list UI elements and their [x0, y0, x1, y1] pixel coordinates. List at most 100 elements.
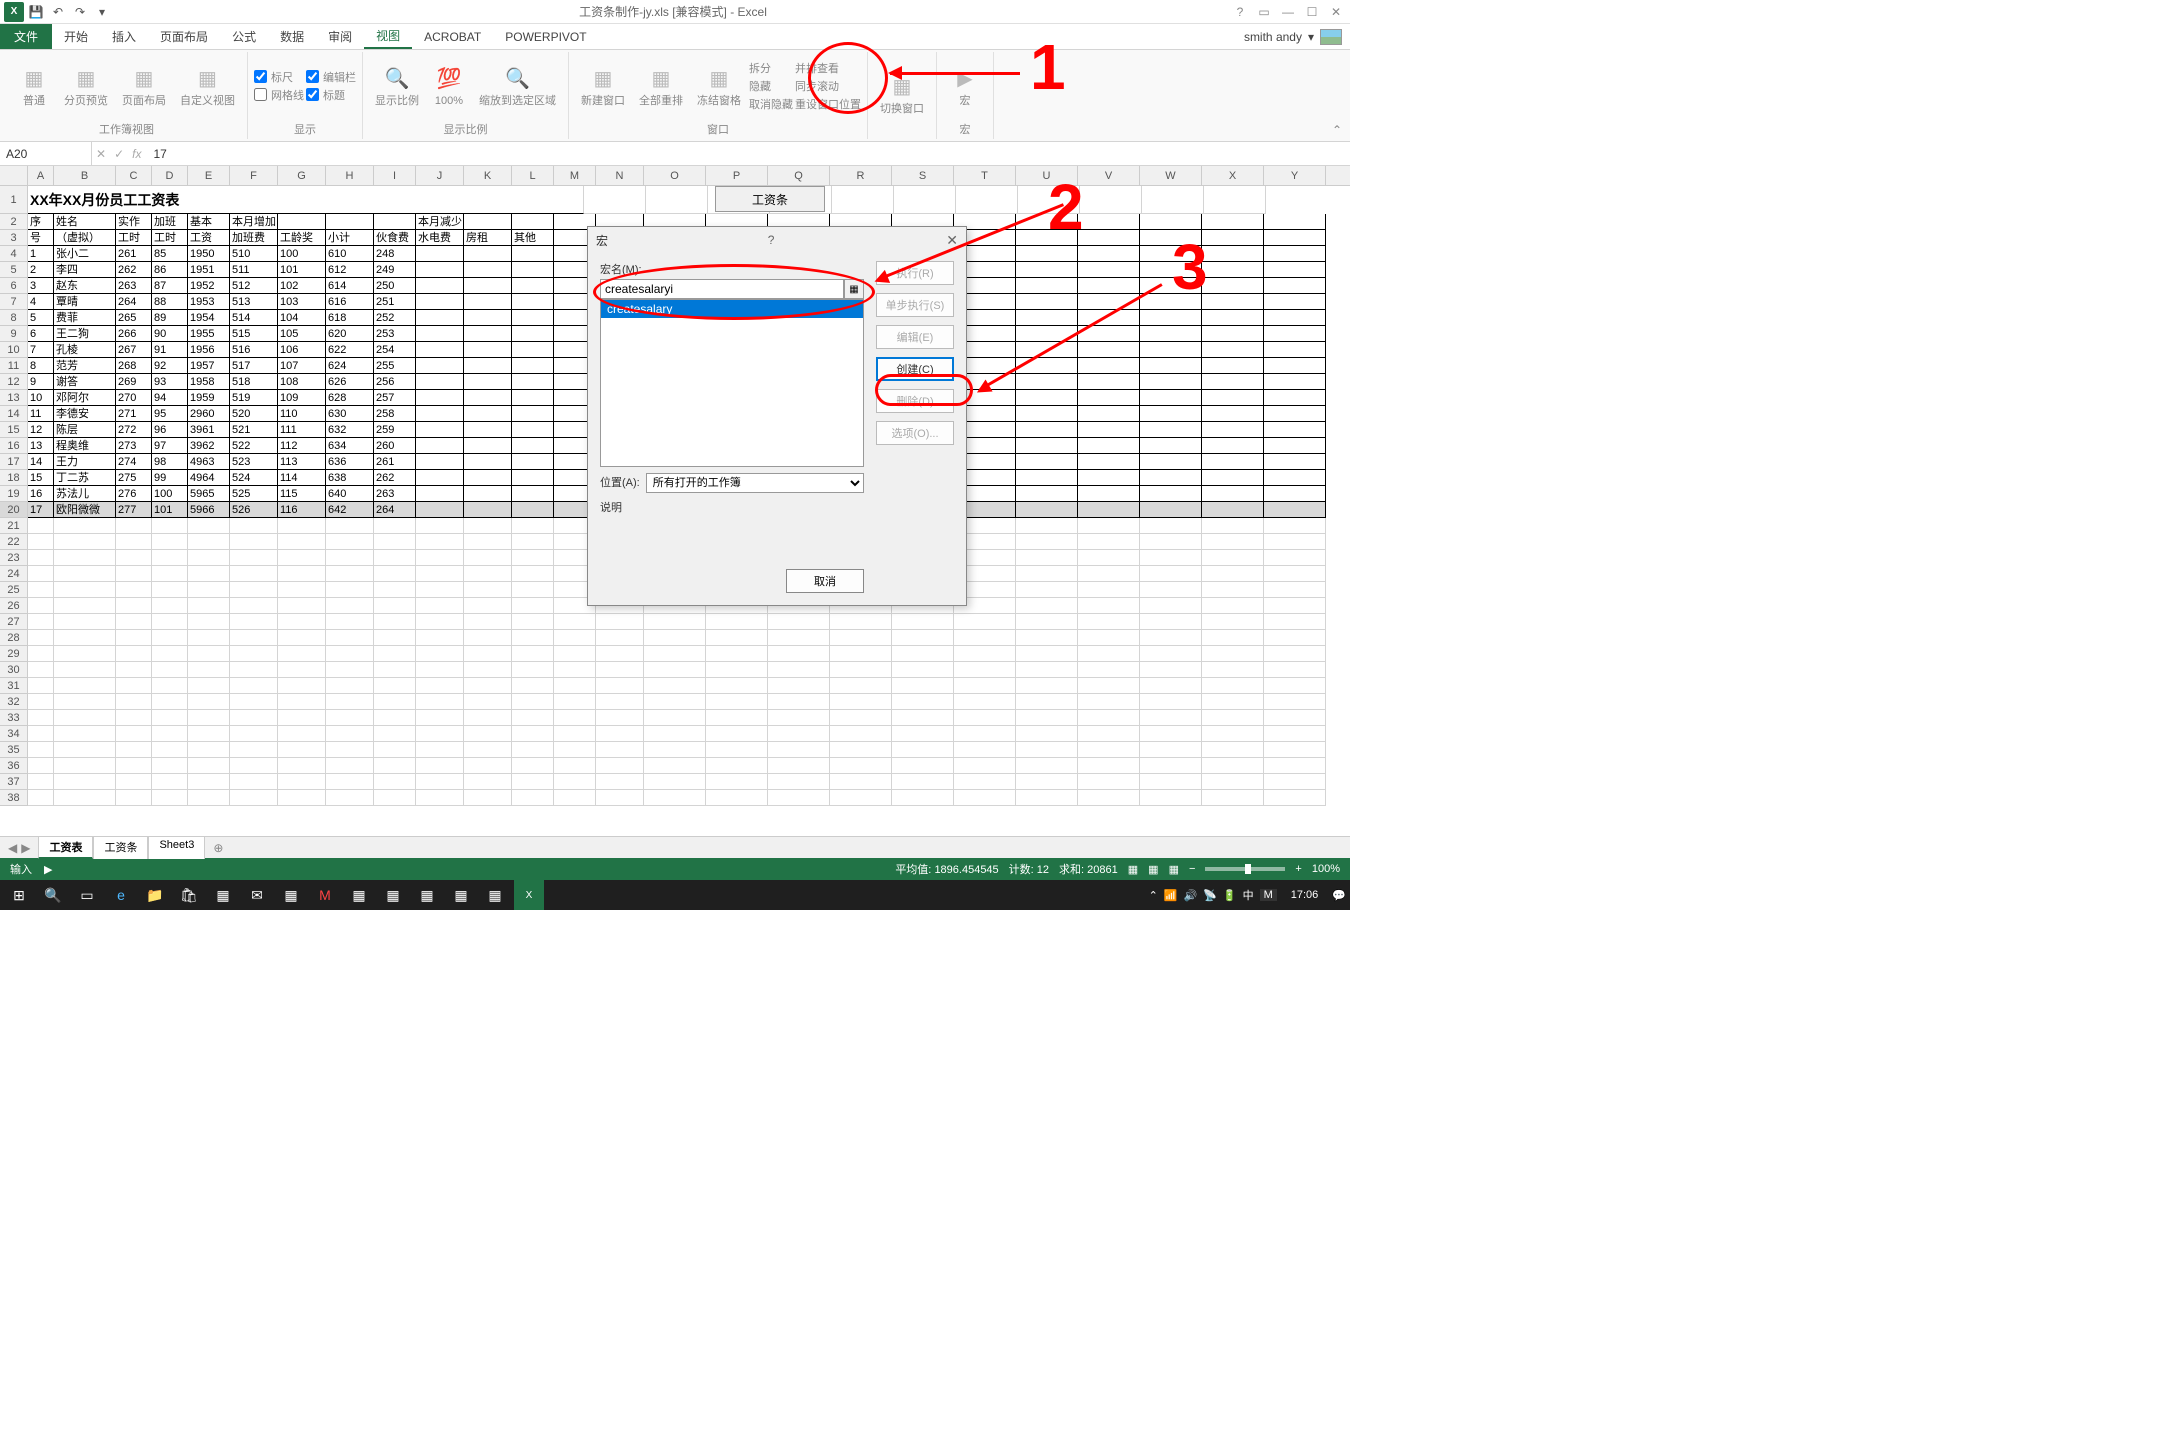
cell[interactable] [1202, 374, 1264, 390]
cell[interactable] [416, 566, 464, 582]
tab-开始[interactable]: 开始 [52, 24, 100, 49]
cell[interactable] [1016, 742, 1078, 758]
row-header[interactable]: 15 [0, 422, 28, 438]
cell[interactable]: 15 [28, 470, 54, 486]
cell[interactable]: 273 [116, 438, 152, 454]
cell[interactable] [464, 422, 512, 438]
cell[interactable] [116, 758, 152, 774]
cell[interactable] [512, 470, 554, 486]
cell[interactable] [374, 214, 416, 230]
cell[interactable] [1078, 390, 1140, 406]
cell[interactable] [830, 694, 892, 710]
cell[interactable]: 11 [28, 406, 54, 422]
cell[interactable] [644, 694, 706, 710]
cell[interactable] [1140, 662, 1202, 678]
cell[interactable] [1140, 710, 1202, 726]
cell[interactable]: 7 [28, 342, 54, 358]
cell[interactable] [1078, 230, 1140, 246]
cell[interactable]: 263 [116, 278, 152, 294]
cell[interactable] [152, 774, 188, 790]
cell[interactable] [116, 662, 152, 678]
cell[interactable]: 101 [152, 502, 188, 518]
cell[interactable] [596, 726, 644, 742]
cell[interactable] [1016, 406, 1078, 422]
cell[interactable] [464, 438, 512, 454]
cell[interactable]: 101 [278, 262, 326, 278]
sheet-tab[interactable]: 工资表 [38, 836, 93, 859]
cell[interactable] [374, 742, 416, 758]
cell[interactable] [1078, 374, 1140, 390]
custom-views-button[interactable]: ▦自定义视图 [174, 61, 241, 110]
cell[interactable] [1202, 550, 1264, 566]
cell[interactable] [512, 662, 554, 678]
help-icon[interactable]: ? [1230, 5, 1250, 19]
cell[interactable] [706, 726, 768, 742]
cell[interactable]: 113 [278, 454, 326, 470]
cell[interactable] [374, 598, 416, 614]
cell[interactable]: 519 [230, 390, 278, 406]
cell[interactable] [374, 550, 416, 566]
cell[interactable] [1202, 614, 1264, 630]
cell[interactable] [1078, 502, 1140, 518]
cell[interactable] [830, 630, 892, 646]
row-header[interactable]: 18 [0, 470, 28, 486]
cell[interactable] [152, 630, 188, 646]
cancel-button[interactable]: 取消 [786, 569, 864, 593]
cell[interactable]: 636 [326, 454, 374, 470]
cell[interactable] [374, 630, 416, 646]
cell[interactable] [1140, 342, 1202, 358]
cell[interactable] [706, 630, 768, 646]
cell[interactable] [1264, 342, 1326, 358]
cell[interactable] [116, 582, 152, 598]
cell[interactable] [1264, 262, 1326, 278]
cell[interactable] [152, 518, 188, 534]
cell[interactable] [512, 518, 554, 534]
cell[interactable] [1140, 246, 1202, 262]
cell[interactable] [278, 774, 326, 790]
cell[interactable] [1016, 230, 1078, 246]
cell[interactable] [116, 518, 152, 534]
row-header[interactable]: 13 [0, 390, 28, 406]
cell[interactable]: 3961 [188, 422, 230, 438]
macros-button[interactable]: ▶宏 [943, 61, 987, 110]
cell[interactable]: 622 [326, 342, 374, 358]
cell[interactable] [512, 566, 554, 582]
cell[interactable] [1016, 678, 1078, 694]
zoom-100-button[interactable]: 💯100% [427, 61, 471, 110]
cell[interactable] [230, 774, 278, 790]
col-header-K[interactable]: K [464, 166, 512, 185]
cell[interactable] [512, 630, 554, 646]
cell[interactable] [1078, 550, 1140, 566]
cell[interactable]: 95 [152, 406, 188, 422]
cell[interactable] [644, 726, 706, 742]
cell[interactable] [1202, 470, 1264, 486]
cell[interactable] [1078, 662, 1140, 678]
cell[interactable] [954, 790, 1016, 806]
cell[interactable] [512, 326, 554, 342]
cell[interactable] [892, 662, 954, 678]
cell[interactable] [554, 774, 596, 790]
cell[interactable]: 520 [230, 406, 278, 422]
cell[interactable] [1140, 694, 1202, 710]
cell[interactable] [1202, 534, 1264, 550]
cell[interactable] [230, 662, 278, 678]
cell[interactable]: 262 [116, 262, 152, 278]
cell[interactable] [326, 566, 374, 582]
cell[interactable] [1080, 186, 1142, 214]
cell[interactable]: 254 [374, 342, 416, 358]
cell[interactable] [416, 246, 464, 262]
cell[interactable]: 276 [116, 486, 152, 502]
tray-m-icon[interactable]: M [1260, 889, 1277, 901]
cell[interactable] [326, 582, 374, 598]
cell[interactable]: 2960 [188, 406, 230, 422]
cell[interactable] [644, 710, 706, 726]
cell[interactable] [152, 598, 188, 614]
col-header-O[interactable]: O [644, 166, 706, 185]
redo-icon[interactable]: ↷ [70, 2, 90, 22]
cell[interactable]: 618 [326, 310, 374, 326]
cell[interactable] [1140, 262, 1202, 278]
cell[interactable] [512, 790, 554, 806]
cell[interactable] [416, 310, 464, 326]
cell[interactable] [1264, 646, 1326, 662]
fx-icon[interactable]: fx [132, 147, 141, 161]
